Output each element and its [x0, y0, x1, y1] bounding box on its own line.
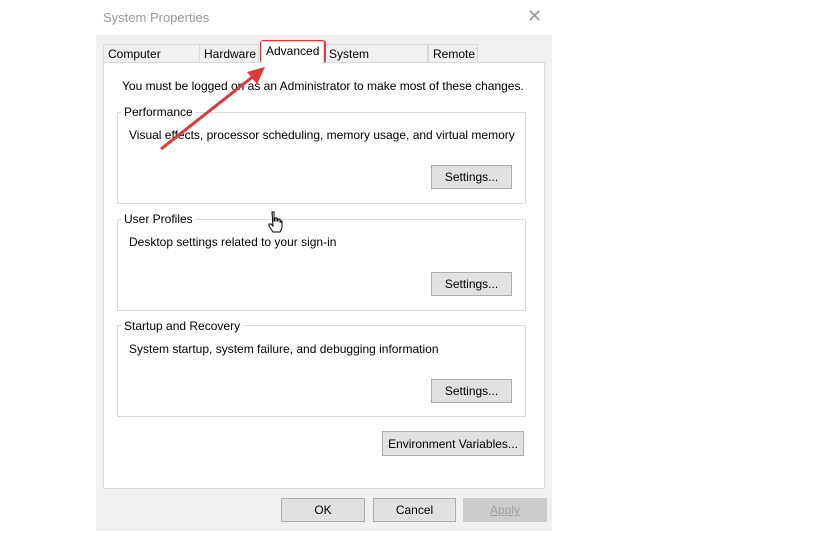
tab-system-protection[interactable]: System Protection	[324, 44, 428, 79]
user-profiles-settings-button[interactable]: Settings...	[431, 272, 512, 296]
user-profiles-desc: Desktop settings related to your sign-in	[129, 235, 337, 249]
startup-recovery-desc: System startup, system failure, and debu…	[129, 342, 439, 356]
tab-advanced[interactable]: Advanced	[261, 41, 324, 63]
annotation-arrow-icon	[160, 67, 265, 151]
close-icon[interactable]: ✕	[527, 6, 542, 27]
apply-button[interactable]: Apply	[463, 498, 547, 522]
performance-settings-button[interactable]: Settings...	[431, 165, 512, 189]
window-title: System Properties	[103, 10, 210, 25]
cancel-button[interactable]: Cancel	[373, 498, 456, 522]
user-profiles-group	[117, 219, 526, 311]
hand-cursor-icon	[268, 211, 283, 233]
tab-remote[interactable]: Remote	[428, 44, 478, 62]
startup-recovery-label: Startup and Recovery	[122, 319, 243, 333]
startup-recovery-settings-button[interactable]: Settings...	[431, 379, 512, 403]
startup-recovery-group	[117, 325, 526, 417]
environment-variables-button[interactable]: Environment Variables...	[382, 431, 524, 456]
user-profiles-label: User Profiles	[122, 212, 195, 226]
ok-button[interactable]: OK	[281, 498, 365, 522]
